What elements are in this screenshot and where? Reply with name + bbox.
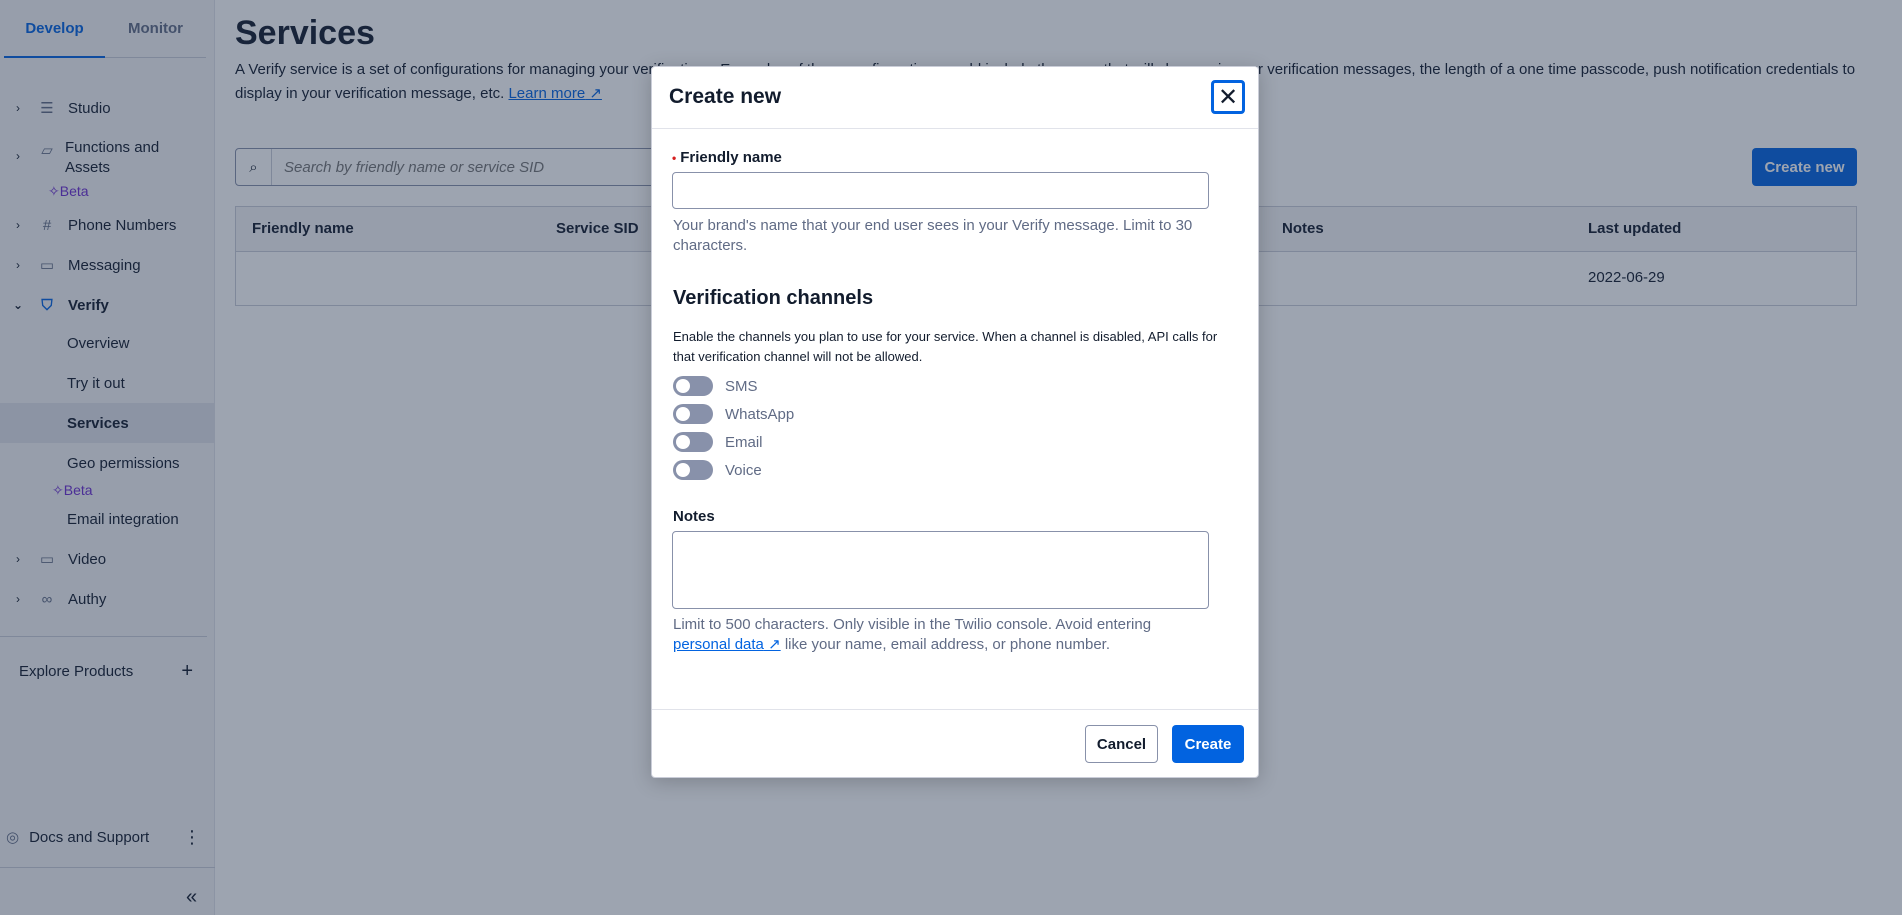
notes-help: Limit to 500 characters. Only visible in…	[673, 616, 1152, 653]
toggle-switch[interactable]	[673, 376, 713, 396]
verification-channels-title: Verification channels	[673, 287, 874, 309]
notes-textarea[interactable]	[672, 531, 1209, 609]
channel-toggle-sms[interactable]: SMS	[673, 375, 758, 397]
verification-channels-description: Enable the channels you plan to use for …	[673, 329, 1218, 364]
close-button[interactable]: ✕	[1211, 80, 1245, 114]
notes-label: Notes	[673, 508, 715, 525]
toggle-switch[interactable]	[673, 460, 713, 480]
toggle-label: Email	[725, 433, 763, 451]
toggle-switch[interactable]	[673, 404, 713, 424]
modal-header: Create new ✕	[652, 67, 1258, 129]
toggle-label: SMS	[725, 377, 758, 395]
personal-data-link[interactable]: personal data ↗	[673, 636, 781, 653]
friendly-name-label: • Friendly name	[672, 149, 782, 166]
channel-toggle-voice[interactable]: Voice	[673, 459, 762, 481]
friendly-name-input[interactable]	[672, 172, 1209, 209]
channel-toggle-email[interactable]: Email	[673, 431, 763, 453]
toggle-label: WhatsApp	[725, 405, 795, 423]
toggle-switch[interactable]	[673, 432, 713, 452]
channel-toggle-whatsapp[interactable]: WhatsApp	[673, 403, 794, 425]
toggle-label: Voice	[725, 461, 762, 479]
close-icon: ✕	[1217, 83, 1239, 111]
create-button[interactable]: Create	[1172, 725, 1244, 763]
cancel-button[interactable]: Cancel	[1085, 725, 1158, 763]
create-new-modal: Create new ✕ • Friendly name Your brand's…	[651, 66, 1259, 778]
required-indicator: •	[672, 151, 677, 165]
modal-title: Create new	[669, 85, 782, 108]
modal-footer: Cancel Create	[652, 709, 1258, 778]
friendly-name-help: Your brand's name that your end user see…	[673, 217, 1193, 254]
